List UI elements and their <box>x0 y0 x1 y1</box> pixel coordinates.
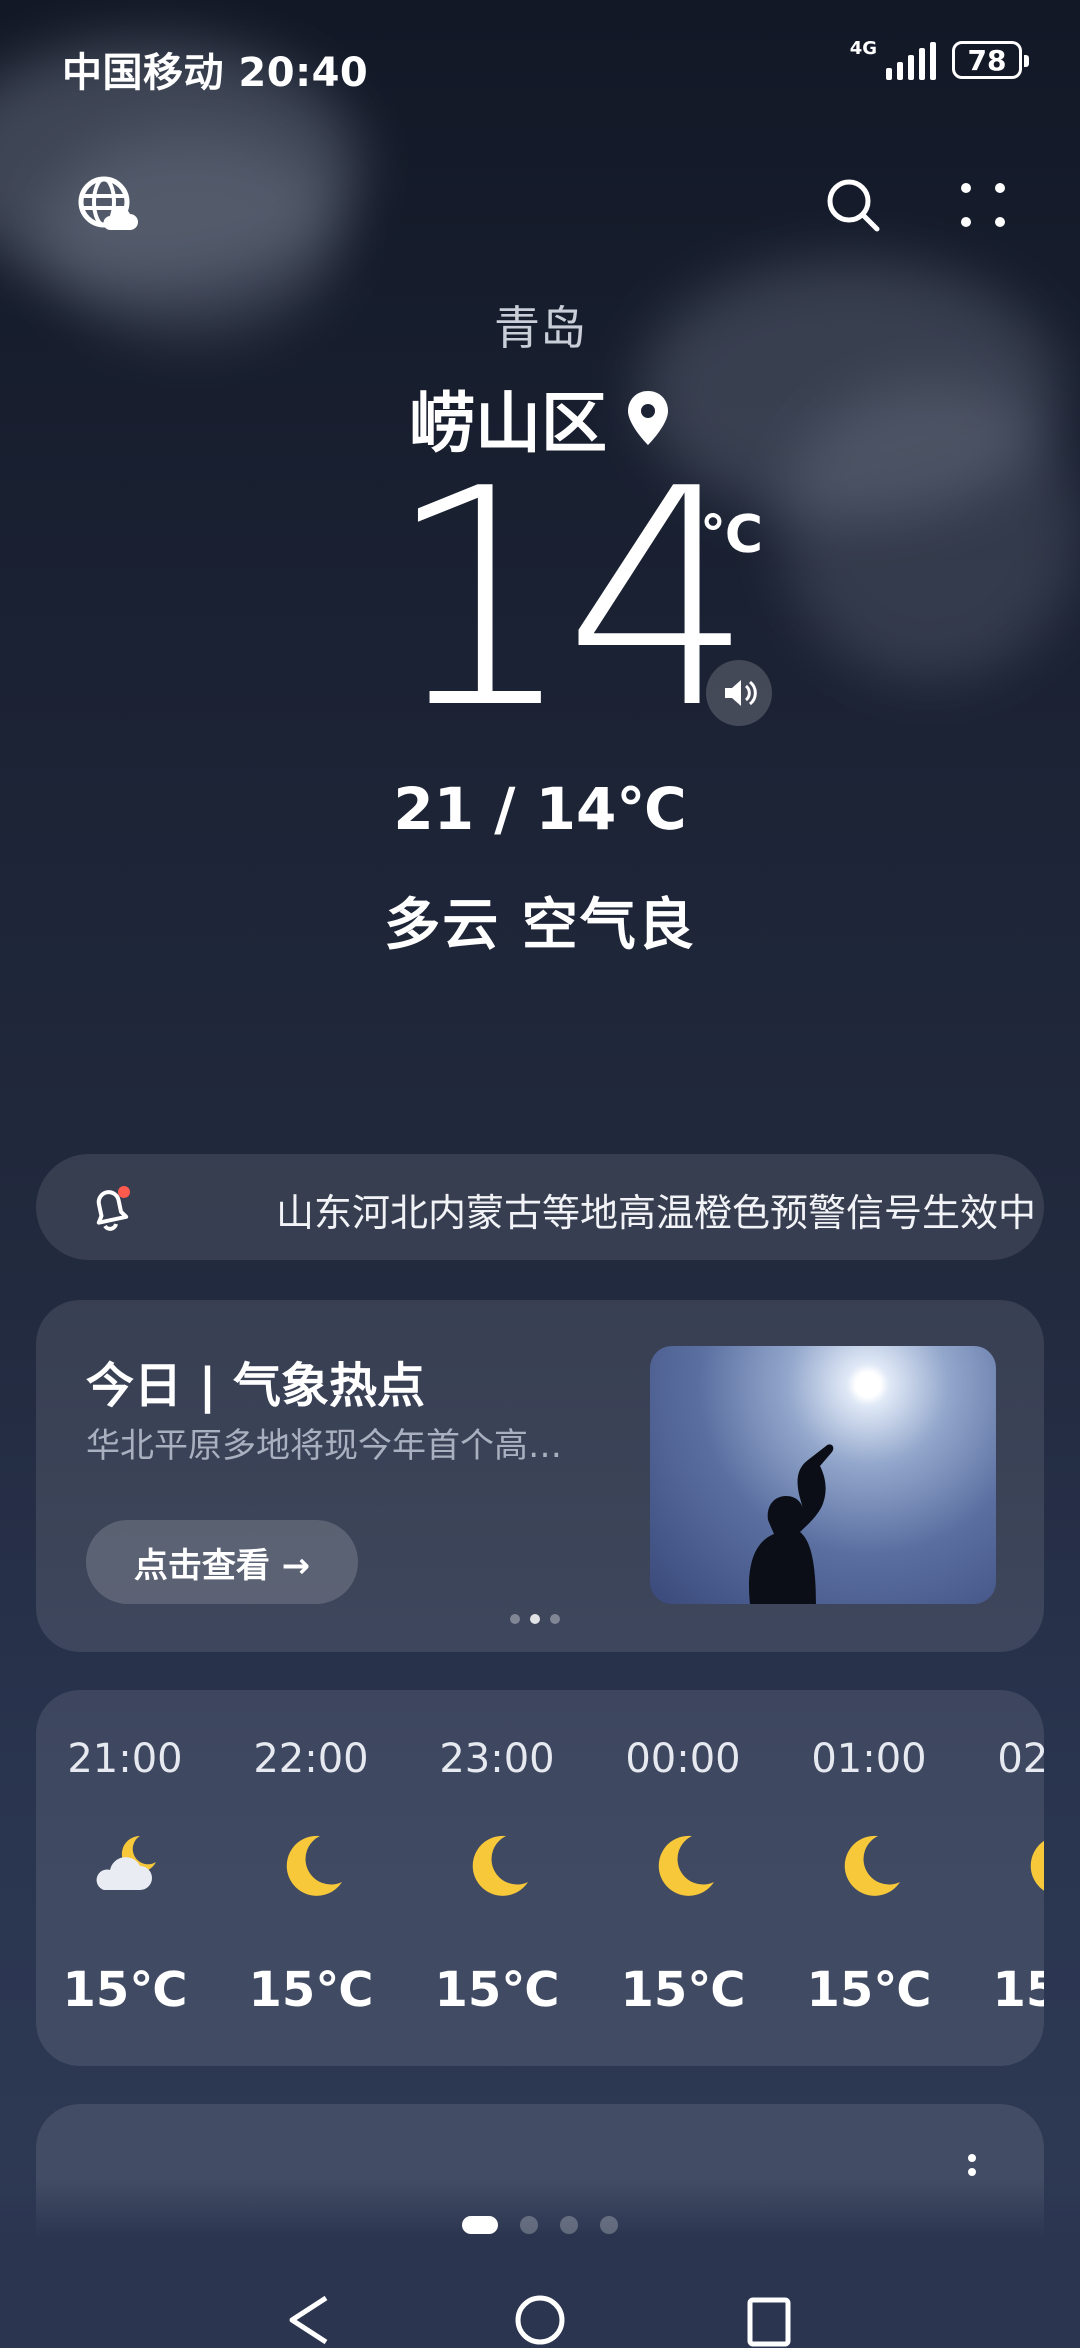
moon-icon <box>1020 1830 1044 1900</box>
weather-hot-topic-card[interactable]: 今日 | 气象热点 华北平原多地将现今年首个高… 点击查看 → <box>36 1300 1044 1652</box>
battery-level: 78 <box>967 43 1007 77</box>
temperature-range: 21 / 14℃ <box>393 775 687 843</box>
page-indicator[interactable] <box>0 2216 1080 2234</box>
current-temperature: 14 <box>385 425 755 774</box>
hour-time: 21:00 <box>67 1736 183 1782</box>
hour-temp: 15℃ <box>806 1962 932 2018</box>
home-icon[interactable] <box>512 2290 568 2348</box>
hour-temp: 15℃ <box>248 1962 374 2018</box>
view-details-button[interactable]: 点击查看 → <box>86 1520 358 1604</box>
hot-topic-title: 今日 | 气象热点 <box>86 1358 425 1414</box>
cloudy-moon-icon <box>90 1830 160 1900</box>
weather-alert-banner[interactable]: 山东河北内蒙古等地高温橙色预警信号生效中 <box>36 1154 1044 1260</box>
hourly-forecast-card[interactable]: 21:00 15℃ 22:00 15℃ 23:00 15℃ 00:00 15℃ … <box>36 1690 1044 2066</box>
city-name[interactable]: 青岛 <box>0 292 1080 358</box>
alert-text: 山东河北内蒙古等地高温橙色预警信号生效中 <box>276 1191 1036 1235</box>
moon-icon <box>462 1830 532 1900</box>
globe-cloud-icon[interactable] <box>72 170 142 240</box>
status-bar: 中国移动 20:40 4G 78 <box>0 0 1080 130</box>
hour-time: 00:00 <box>625 1736 741 1782</box>
recents-icon[interactable] <box>744 2290 794 2348</box>
alert-bell-icon <box>78 1176 142 1240</box>
battery-icon: 78 <box>952 41 1029 79</box>
hour-temp: 15℃ <box>434 1962 560 2018</box>
carousel-indicator <box>510 1614 560 1624</box>
moon-icon <box>834 1830 904 1900</box>
system-navigation-bar <box>0 2290 1080 2348</box>
carrier-time: 中国移动 20:40 <box>62 50 369 96</box>
hour-time: 01:00 <box>811 1736 927 1782</box>
moon-icon <box>276 1830 346 1900</box>
hour-temp: 15℃ <box>992 1962 1044 2018</box>
hour-time: 23:00 <box>439 1736 555 1782</box>
temperature-unit: ℃ <box>700 505 763 565</box>
speaker-icon[interactable] <box>706 660 772 726</box>
hour-time: 22:00 <box>253 1736 369 1782</box>
hour-temp: 15℃ <box>620 1962 746 2018</box>
hour-time: 02:00 <box>997 1736 1044 1782</box>
search-icon[interactable] <box>818 170 888 240</box>
hot-topic-image <box>650 1346 996 1604</box>
moon-icon <box>648 1830 718 1900</box>
back-icon[interactable] <box>284 2290 334 2348</box>
hour-temp: 15℃ <box>62 1962 188 2018</box>
view-details-label: 点击查看 → <box>133 1545 311 1586</box>
weather-condition: 多云 空气良 <box>384 893 696 958</box>
more-grid-icon[interactable] <box>948 170 1018 240</box>
signal-icon: 4G <box>850 40 936 80</box>
hot-topic-subtitle: 华北平原多地将现今年首个高… <box>86 1426 562 1466</box>
